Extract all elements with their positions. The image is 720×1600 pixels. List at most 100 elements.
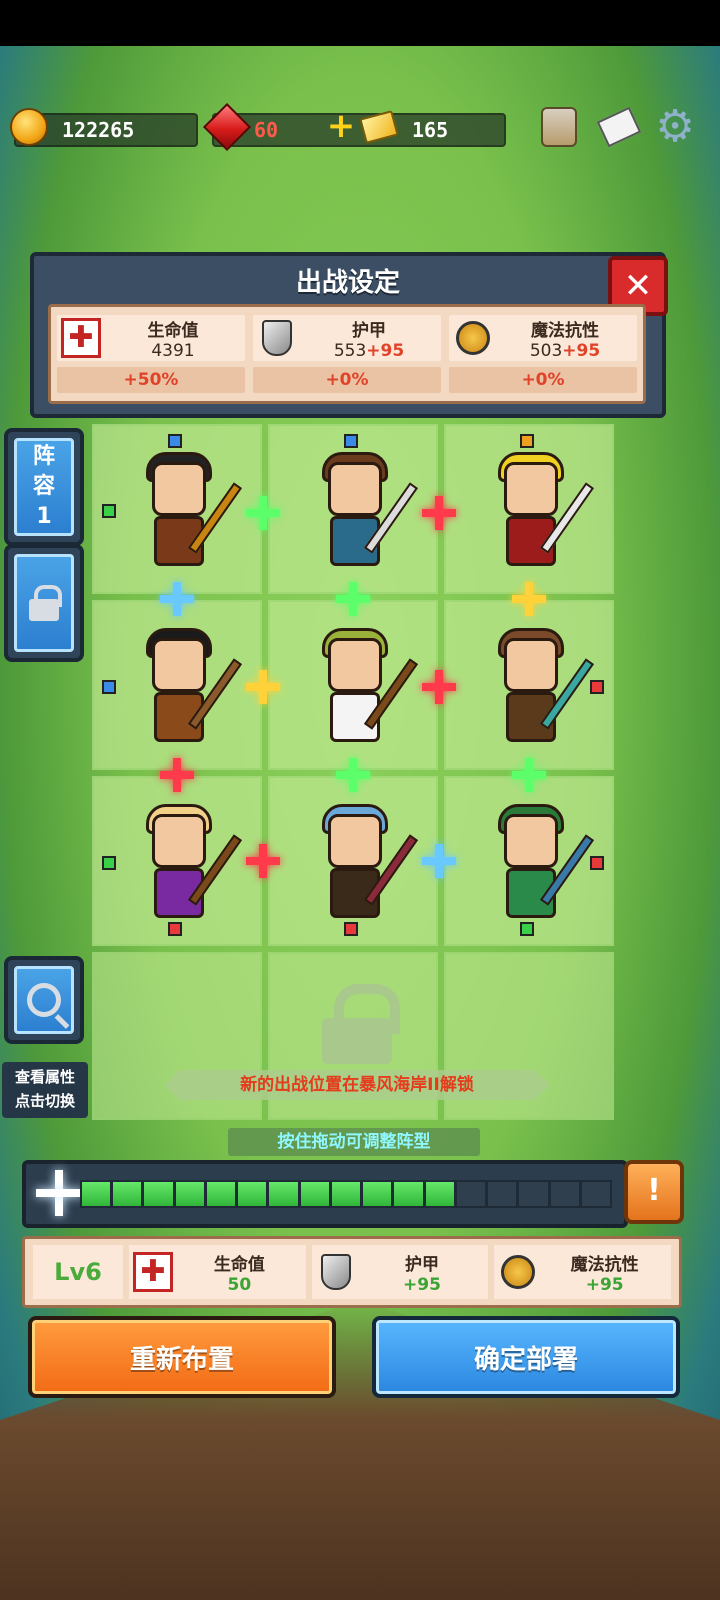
hero[interactable] xyxy=(310,624,419,750)
connector-dot xyxy=(168,434,182,448)
lock-icon xyxy=(322,984,400,1064)
progress-segment xyxy=(113,1182,142,1206)
grid-cell[interactable] xyxy=(444,776,614,946)
hero-head xyxy=(328,462,382,516)
synergy-spark-icon xyxy=(160,758,194,792)
confirm-deploy-button[interactable]: 确定部署 xyxy=(372,1316,680,1398)
lock-icon xyxy=(29,585,62,621)
hero-head xyxy=(328,814,382,868)
reset-formation-button[interactable]: 重新布置 xyxy=(28,1316,336,1398)
progress-segment xyxy=(331,1182,361,1206)
synergy-spark-icon xyxy=(246,670,280,704)
grid-cell[interactable] xyxy=(92,776,262,946)
connector-dot xyxy=(102,504,116,518)
stat-name: 魔法抗性 xyxy=(531,320,599,341)
hero[interactable] xyxy=(486,448,595,574)
stat-name: 护甲 xyxy=(352,320,386,341)
progress-segment xyxy=(269,1182,298,1206)
lineup-label: 阵容1 xyxy=(14,438,74,536)
battle-settings-panel: 出战设定 ✕ ✚ 生命值 4391 +50% 护甲 553+95 +0% 魔法抗… xyxy=(30,252,668,418)
stat-hp: ✚ 生命值 4391 +50% xyxy=(57,315,245,393)
progress-segment xyxy=(238,1182,267,1206)
stat-name: 生命值 xyxy=(147,320,199,341)
plus-icon[interactable]: + xyxy=(326,109,356,143)
stat-value: 4391 xyxy=(151,340,195,361)
level-stat-hp: ✚ 生命值 50 xyxy=(129,1245,306,1299)
gear-icon[interactable]: ⚙ xyxy=(652,104,698,150)
view-attributes-caption: 查看属性 点击切换 xyxy=(2,1062,88,1118)
hero-head xyxy=(504,814,558,868)
level-progress xyxy=(22,1160,628,1228)
hero-head xyxy=(328,638,382,692)
level-stat-armor: 护甲 +95 xyxy=(311,1245,489,1299)
stat-percent: +0% xyxy=(253,367,441,393)
stat-percent: +0% xyxy=(449,367,637,393)
progress-segment xyxy=(82,1182,111,1206)
mail-icon[interactable] xyxy=(596,104,642,150)
grid-cell[interactable] xyxy=(268,600,438,770)
locked-lineup-button[interactable] xyxy=(4,544,84,662)
stat-value: 553 xyxy=(333,340,367,361)
hero[interactable] xyxy=(134,800,243,926)
magnifier-icon xyxy=(27,983,61,1017)
view-attributes-button[interactable] xyxy=(4,956,84,1044)
progress-segment xyxy=(394,1182,423,1206)
hero[interactable] xyxy=(310,800,419,926)
progress-segment xyxy=(550,1182,579,1206)
magic-resist-icon xyxy=(498,1252,538,1292)
character-icon[interactable] xyxy=(536,104,582,150)
stat-name: 魔法抗性 xyxy=(570,1254,639,1275)
progress-segment xyxy=(300,1182,329,1206)
stat-value: +95 xyxy=(403,1274,441,1295)
connector-dot xyxy=(102,680,116,694)
coin-amount: 122265 xyxy=(62,118,135,142)
progress-segment xyxy=(175,1182,204,1206)
progress-segment xyxy=(519,1182,548,1206)
stat-value: 50 xyxy=(227,1274,252,1295)
ticket-amount: 165 xyxy=(412,118,449,142)
connector-dot xyxy=(520,434,534,448)
synergy-spark-icon xyxy=(512,582,546,616)
connector-dot xyxy=(344,434,358,448)
grid-cell[interactable] xyxy=(92,600,262,770)
stat-percent: +50% xyxy=(57,367,245,393)
progress-segment xyxy=(363,1182,392,1206)
progress-segment xyxy=(425,1182,454,1206)
hero[interactable] xyxy=(134,448,243,574)
lineup-1-button[interactable]: 阵容1 xyxy=(4,428,84,546)
reward-button[interactable]: ! xyxy=(624,1160,684,1224)
grid-cell[interactable] xyxy=(92,424,262,594)
status-bar xyxy=(0,0,720,46)
synergy-spark-icon xyxy=(160,582,194,616)
star-icon xyxy=(36,1170,82,1216)
grid-cell[interactable] xyxy=(268,776,438,946)
hero[interactable] xyxy=(134,624,243,750)
hero[interactable] xyxy=(486,624,595,750)
hero[interactable] xyxy=(486,800,595,926)
stat-magic-resist: 魔法抗性 503+95 +0% xyxy=(449,315,637,393)
coin-icon xyxy=(10,108,48,146)
synergy-spark-icon xyxy=(422,670,456,704)
grid-cell[interactable] xyxy=(444,424,614,594)
progress-segment xyxy=(206,1182,236,1206)
formation-grid xyxy=(92,424,614,1120)
connector-dot xyxy=(590,856,604,870)
hero[interactable] xyxy=(310,448,419,574)
level-label: Lv6 xyxy=(33,1245,123,1299)
hp-cross-icon: ✚ xyxy=(61,318,101,358)
connector-dot xyxy=(102,856,116,870)
grid-cell[interactable] xyxy=(444,600,614,770)
stat-value: 503 xyxy=(529,340,563,361)
synergy-spark-icon xyxy=(336,758,370,792)
hero-head xyxy=(504,462,558,516)
stat-armor: 护甲 553+95 +0% xyxy=(253,315,441,393)
level-bonus: Lv6 ✚ 生命值 50 护甲 +95 魔法抗性 +95 xyxy=(22,1236,682,1308)
grid-cell[interactable] xyxy=(268,424,438,594)
connector-dot xyxy=(520,922,534,936)
hero-head xyxy=(152,638,206,692)
caption-line-2: 点击切换 xyxy=(14,1092,75,1110)
synergy-spark-icon xyxy=(336,582,370,616)
progress-segment xyxy=(581,1182,610,1206)
drag-hint: 按住拖动可调整阵型 xyxy=(228,1128,480,1156)
stat-bonus: +95 xyxy=(366,340,405,361)
